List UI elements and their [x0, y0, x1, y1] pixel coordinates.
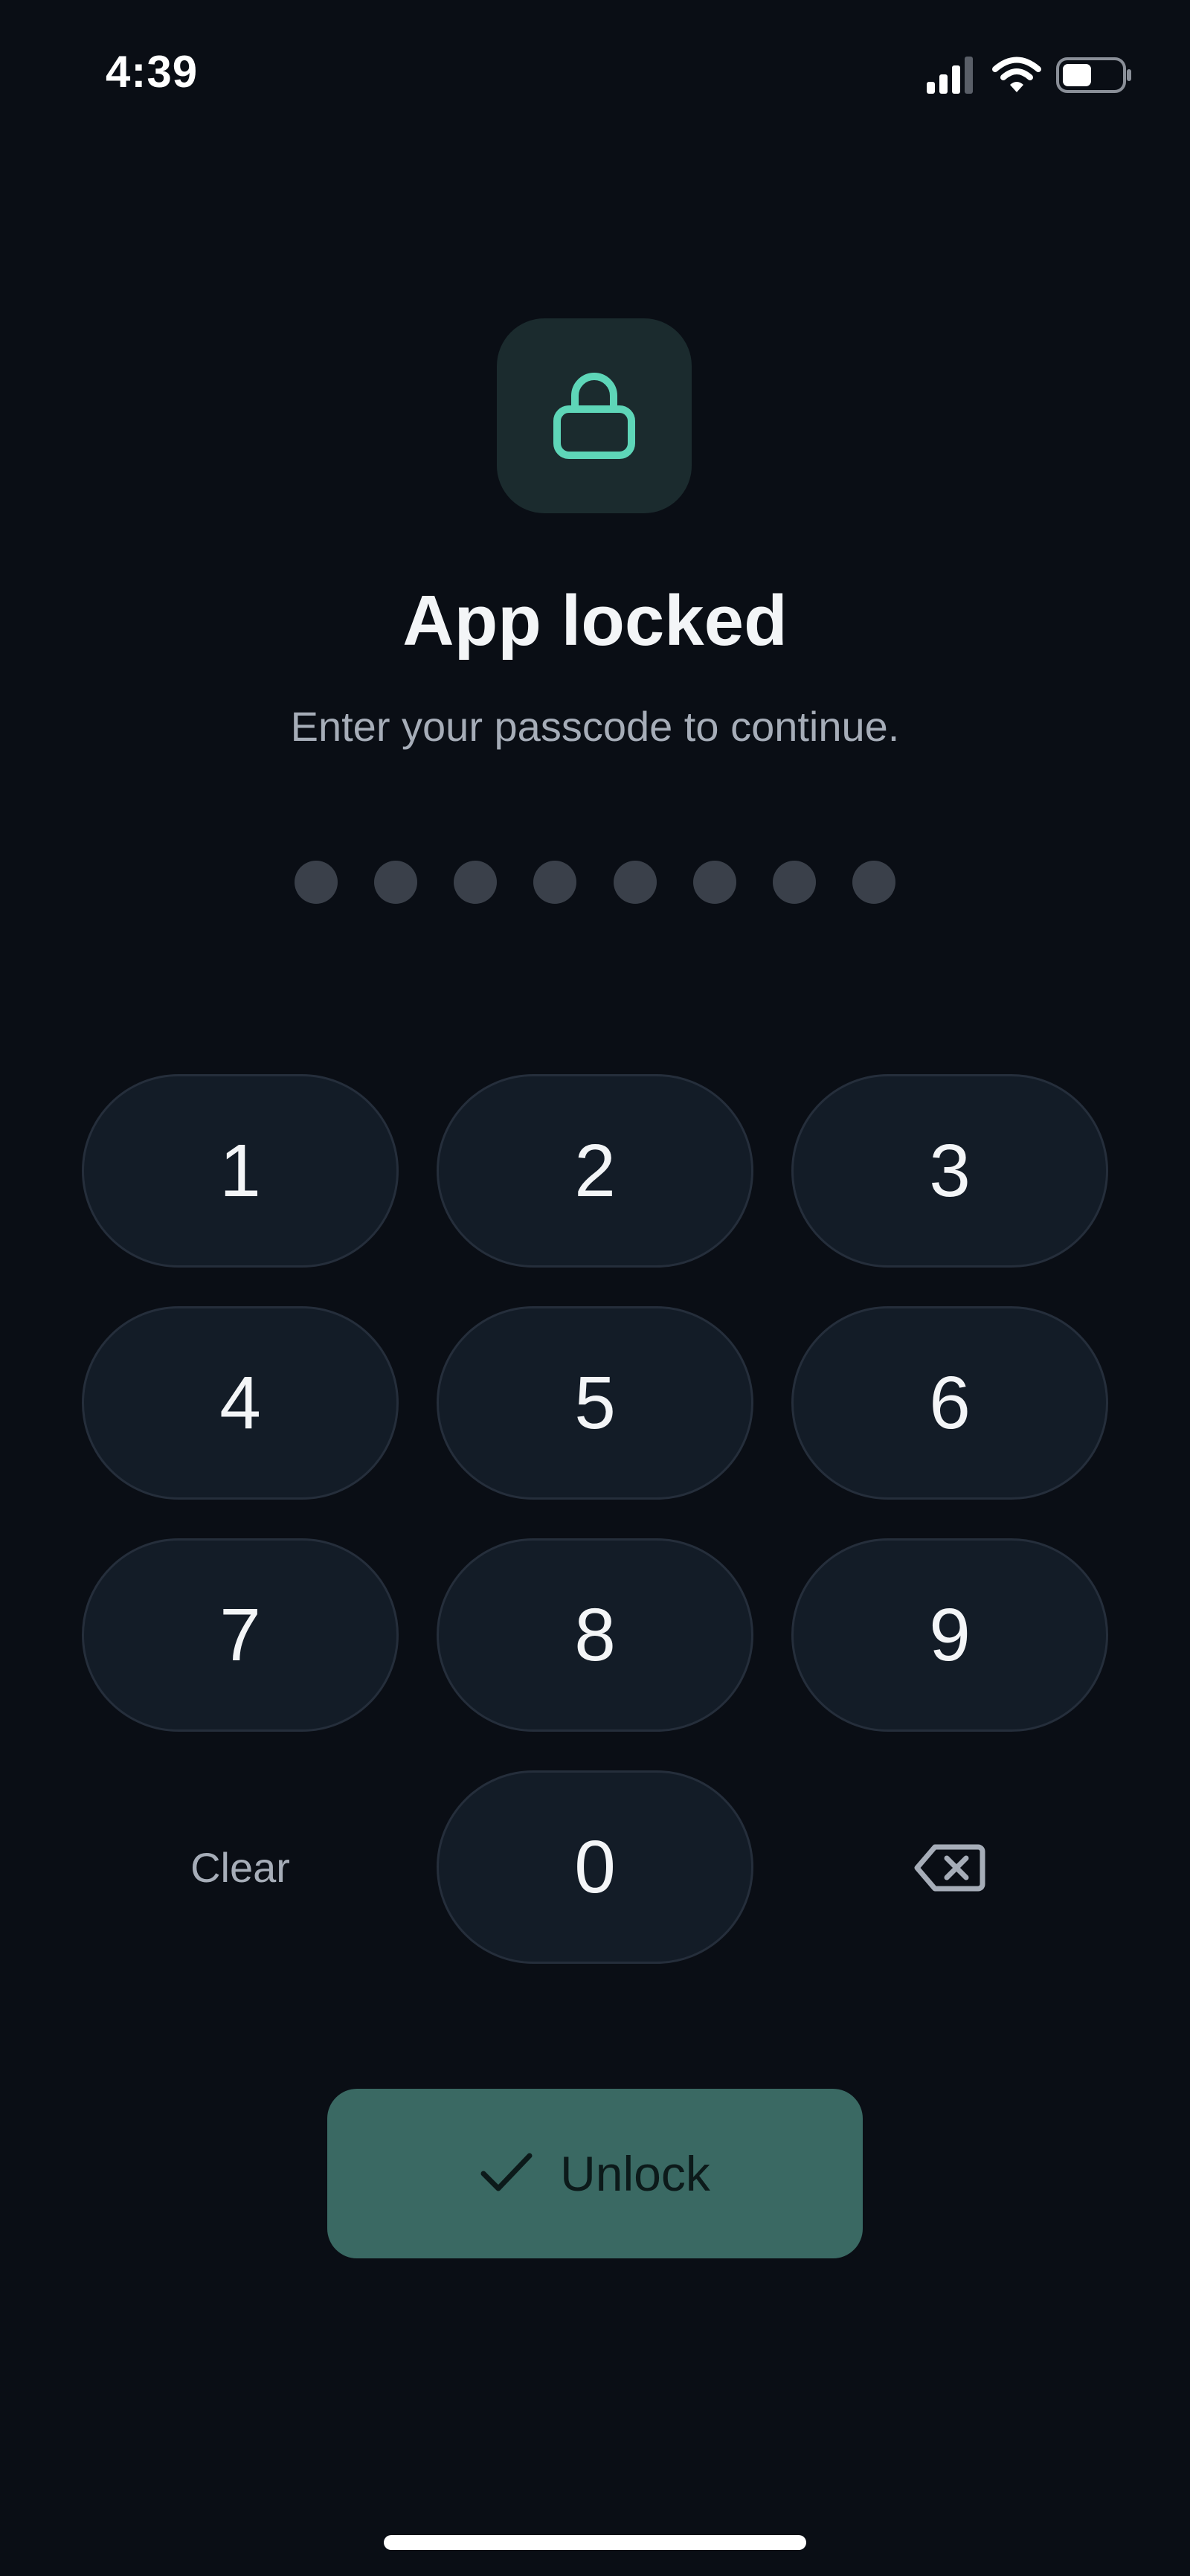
status-bar: 4:39	[0, 0, 1190, 149]
lock-icon	[550, 366, 639, 466]
key-4[interactable]: 4	[82, 1306, 399, 1500]
key-3[interactable]: 3	[791, 1074, 1108, 1268]
key-1[interactable]: 1	[82, 1074, 399, 1268]
key-7[interactable]: 7	[82, 1538, 399, 1732]
unlock-button[interactable]: Unlock	[327, 2089, 863, 2258]
home-indicator	[384, 2535, 806, 2550]
clear-button[interactable]: Clear	[82, 1770, 399, 1964]
backspace-icon	[914, 1825, 985, 1910]
passcode-dot	[533, 861, 577, 904]
lock-badge	[497, 318, 692, 513]
key-0[interactable]: 0	[437, 1770, 753, 1964]
battery-icon	[1056, 57, 1133, 97]
backspace-button[interactable]	[791, 1770, 1108, 1964]
wifi-icon	[992, 57, 1041, 97]
keypad: 1 2 3 4 5 6 7 8 9 Clear 0	[82, 1074, 1108, 1964]
passcode-dot	[374, 861, 418, 904]
passcode-dot	[852, 861, 895, 904]
passcode-dot	[772, 861, 816, 904]
status-time: 4:39	[106, 47, 199, 97]
status-icons	[927, 57, 1133, 97]
signal-icon	[927, 57, 977, 97]
passcode-dots	[295, 860, 895, 905]
passcode-dot	[295, 861, 338, 904]
passcode-dot	[692, 861, 736, 904]
checkmark-icon	[480, 2151, 533, 2197]
key-6[interactable]: 6	[791, 1306, 1108, 1500]
key-5[interactable]: 5	[437, 1306, 753, 1500]
key-9[interactable]: 9	[791, 1538, 1108, 1732]
passcode-dot	[613, 861, 657, 904]
page-title: App locked	[402, 581, 788, 661]
key-2[interactable]: 2	[437, 1074, 753, 1268]
key-8[interactable]: 8	[437, 1538, 753, 1732]
page-subtitle: Enter your passcode to continue.	[290, 703, 900, 750]
unlock-label: Unlock	[560, 2146, 710, 2201]
passcode-dot	[454, 861, 498, 904]
